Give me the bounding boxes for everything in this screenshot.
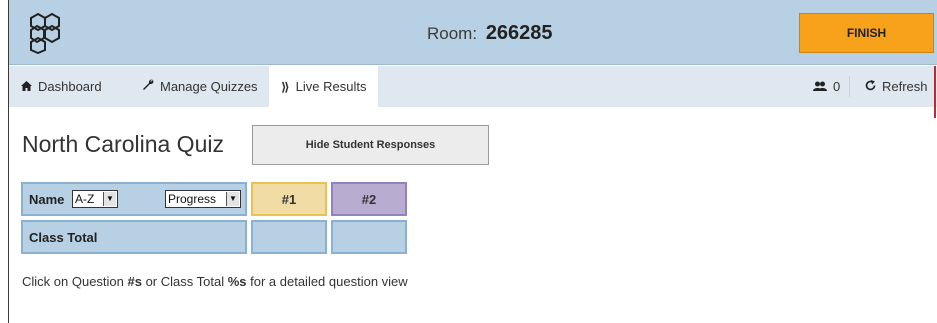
name-label: Name <box>29 192 65 207</box>
finish-button[interactable]: FINISH <box>799 13 934 53</box>
name-sort-value: A-Z <box>75 192 95 206</box>
help-text-part: Click on Question <box>22 274 128 289</box>
refresh-label: Refresh <box>882 79 928 94</box>
view-mode-value: Progress <box>168 192 217 206</box>
name-sort-select[interactable]: A-Z ▼ <box>72 190 118 208</box>
class-total-cell: Class Total <box>21 220 247 254</box>
class-total-q2[interactable] <box>331 220 407 254</box>
nav-item-dashboard[interactable]: Dashboard <box>21 66 102 107</box>
question-number[interactable]: #1 <box>253 192 325 207</box>
refresh-button[interactable]: Refresh <box>865 66 928 107</box>
help-text-bold: #s <box>127 274 142 289</box>
help-text-part: or Class Total <box>141 274 228 289</box>
student-count: 0 <box>813 66 840 107</box>
chevron-down-icon: ▼ <box>103 192 116 206</box>
name-header-cell: Name A-Z ▼ Progress ▼ <box>21 182 247 216</box>
wrench-icon <box>142 67 154 108</box>
nav-item-live-results[interactable]: ⟫ Live Results <box>269 66 379 107</box>
question-header-1[interactable]: #1 <box>251 182 327 216</box>
nav-item-label: Manage Quizzes <box>160 79 258 94</box>
app-frame: Room: 266285 FINISH Dashboard Manage Qui… <box>8 0 937 323</box>
home-icon <box>21 67 32 108</box>
student-count-value: 0 <box>833 79 841 94</box>
room-number: 266285 <box>485 22 553 44</box>
view-mode-select[interactable]: Progress ▼ <box>165 190 241 208</box>
class-total-label: Class Total <box>29 230 98 245</box>
header-bar: Room: 266285 FINISH <box>9 0 937 65</box>
page-title: North Carolina Quiz <box>22 131 224 157</box>
question-number[interactable]: #2 <box>333 192 405 207</box>
help-text-part: for a detailed question view <box>246 274 408 289</box>
room-label: Room: <box>427 24 478 43</box>
nav-item-manage-quizzes[interactable]: Manage Quizzes <box>142 66 258 107</box>
hide-student-responses-button[interactable]: Hide Student Responses <box>252 125 489 165</box>
help-text: Click on Question #s or Class Total %s f… <box>22 274 408 289</box>
nav-bar: Dashboard Manage Quizzes ⟫ Live Results 0… <box>9 66 937 107</box>
nav-item-label: Dashboard <box>38 79 102 94</box>
room-indicator: Room: 266285 <box>427 22 553 45</box>
logo-icon <box>30 12 60 54</box>
nav-item-label: Live Results <box>295 79 367 94</box>
class-total-q1[interactable] <box>251 220 327 254</box>
question-header-2[interactable]: #2 <box>331 182 407 216</box>
help-text-bold: %s <box>227 274 247 289</box>
refresh-icon <box>865 67 876 108</box>
chevron-down-icon: ▼ <box>226 192 239 206</box>
nav-divider <box>849 76 850 97</box>
users-icon <box>813 67 827 108</box>
live-icon: ⟫ <box>281 80 290 94</box>
edge-accent <box>934 66 936 118</box>
